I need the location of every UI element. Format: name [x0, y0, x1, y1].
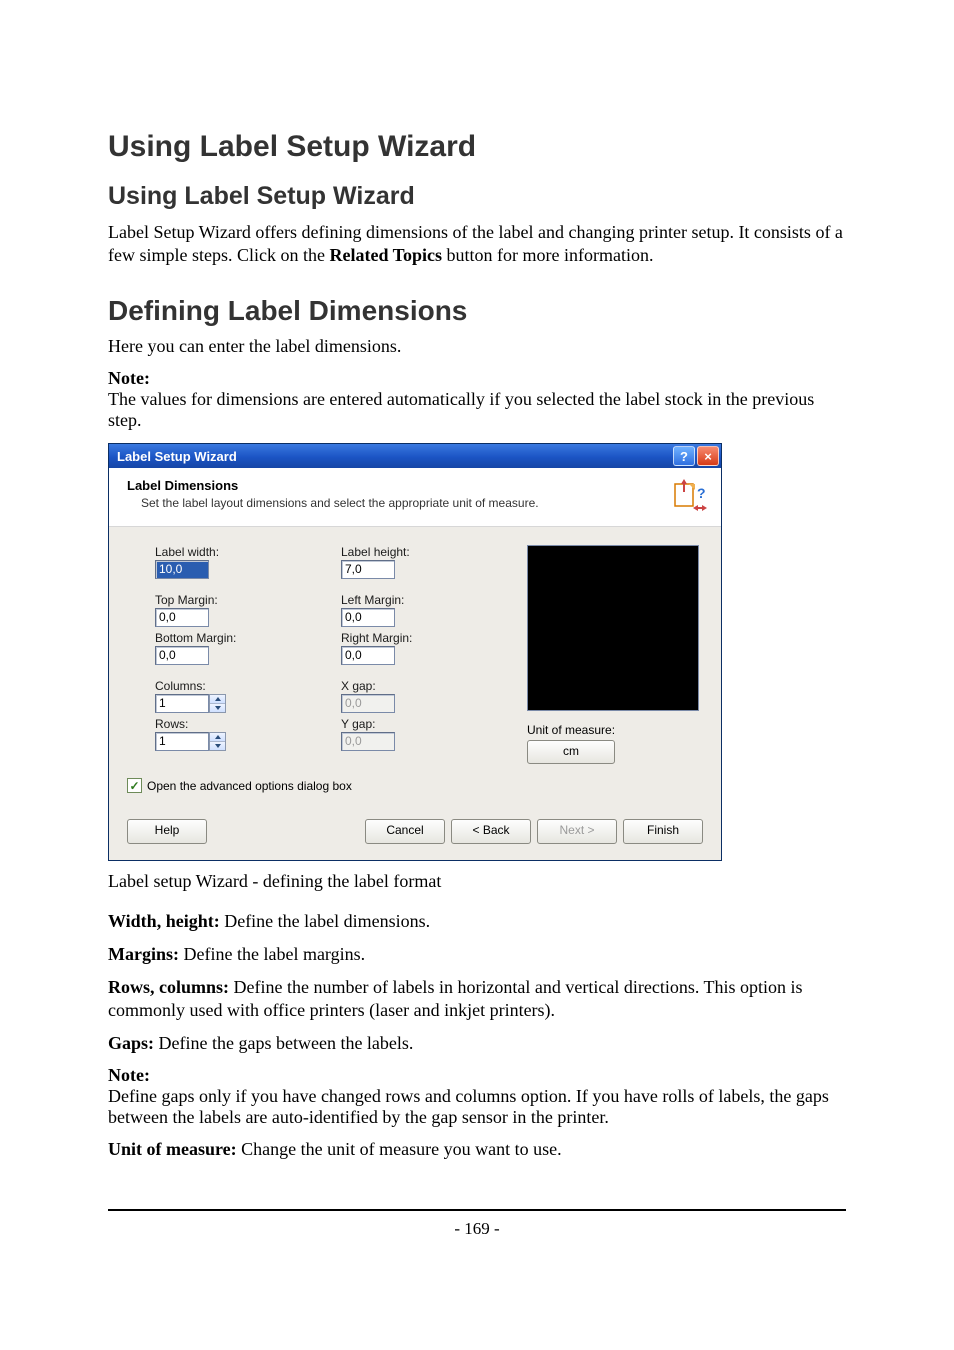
left-margin-input[interactable]: 0,0: [341, 608, 395, 627]
dialog-middle-column: Label height: 7,0 Left Margin: 0,0 Right…: [341, 545, 505, 764]
columns-spinner[interactable]: [209, 694, 226, 713]
cancel-button[interactable]: Cancel: [365, 819, 445, 844]
rows-spinner[interactable]: [209, 732, 226, 751]
y-gap-input: 0,0: [341, 732, 395, 751]
dialog-title-bar: Label Setup Wizard ? ×: [109, 444, 721, 468]
def-uom-text: Change the unit of measure you want to u…: [237, 1139, 562, 1159]
intro-paragraph: Label Setup Wizard offers defining dimen…: [108, 221, 846, 267]
dialog-title-text: Label Setup Wizard: [117, 449, 237, 464]
label-height-label: Label height:: [341, 545, 505, 559]
def-margins-label: Margins:: [108, 944, 179, 964]
def-rows-columns-label: Rows, columns:: [108, 977, 229, 997]
def-margins: Margins: Define the label margins.: [108, 943, 846, 966]
section-subtitle: Using Label Setup Wizard: [108, 182, 846, 211]
svg-text:?: ?: [697, 485, 706, 501]
x-gap-input: 0,0: [341, 694, 395, 713]
note-label: Note:: [108, 368, 150, 388]
rows-input[interactable]: 1: [155, 732, 209, 751]
def-gaps: Gaps: Define the gaps between the labels…: [108, 1032, 846, 1055]
label-wizard-icon: ?: [671, 478, 707, 514]
def-rows-columns: Rows, columns: Define the number of labe…: [108, 976, 846, 1022]
def-width-height: Width, height: Define the label dimensio…: [108, 910, 846, 933]
unit-of-measure-button[interactable]: cm: [527, 740, 615, 764]
top-margin-input[interactable]: 0,0: [155, 608, 209, 627]
intro-related-topics: Related Topics: [329, 245, 442, 265]
advanced-options-checkbox[interactable]: ✓: [127, 778, 142, 793]
def-width-height-text: Define the label dimensions.: [220, 911, 430, 931]
finish-button[interactable]: Finish: [623, 819, 703, 844]
dialog-left-column: Label width: 10,0 Top Margin: 0,0 Bottom…: [155, 545, 319, 764]
label-height-input[interactable]: 7,0: [341, 560, 395, 579]
advanced-options-label: Open the advanced options dialog box: [147, 779, 352, 793]
note-block-1: Note: The values for dimensions are ente…: [108, 368, 846, 431]
next-button: Next >: [537, 819, 617, 844]
def-unit-of-measure: Unit of measure: Change the unit of meas…: [108, 1138, 846, 1161]
intro-text-post: button for more information.: [442, 245, 653, 265]
def-gaps-label: Gaps:: [108, 1033, 154, 1053]
section2-intro: Here you can enter the label dimensions.: [108, 335, 846, 358]
footer-rule: [108, 1209, 846, 1211]
label-width-label: Label width:: [155, 545, 319, 559]
help-button[interactable]: Help: [127, 819, 207, 844]
dialog-close-icon[interactable]: ×: [697, 446, 719, 466]
left-margin-label: Left Margin:: [341, 593, 505, 607]
def-gaps-text: Define the gaps between the labels.: [154, 1033, 413, 1053]
y-gap-label: Y gap:: [341, 717, 505, 731]
note1-text: The values for dimensions are entered au…: [108, 389, 814, 430]
right-margin-label: Right Margin:: [341, 631, 505, 645]
dialog-header-subtext: Set the label layout dimensions and sele…: [127, 496, 539, 510]
right-margin-input[interactable]: 0,0: [341, 646, 395, 665]
unit-of-measure-label: Unit of measure:: [527, 723, 699, 737]
def-uom-label: Unit of measure:: [108, 1139, 237, 1159]
def-width-height-label: Width, height:: [108, 911, 220, 931]
figure-caption: Label setup Wizard - defining the label …: [108, 871, 846, 892]
label-width-input[interactable]: 10,0: [155, 560, 209, 579]
rows-label: Rows:: [155, 717, 319, 731]
section-defining-dimensions: Defining Label Dimensions: [108, 295, 846, 327]
dialog-help-icon[interactable]: ?: [673, 446, 695, 466]
label-preview: [527, 545, 699, 711]
x-gap-label: X gap:: [341, 679, 505, 693]
bottom-margin-label: Bottom Margin:: [155, 631, 319, 645]
label-setup-wizard-dialog: Label Setup Wizard ? × Label Dimensions …: [108, 443, 722, 861]
dialog-right-column: Unit of measure: cm: [527, 545, 699, 764]
top-margin-label: Top Margin:: [155, 593, 319, 607]
def-margins-text: Define the label margins.: [179, 944, 365, 964]
columns-input[interactable]: 1: [155, 694, 209, 713]
note2-label: Note:: [108, 1065, 150, 1085]
columns-label: Columns:: [155, 679, 319, 693]
dialog-header: Label Dimensions Set the label layout di…: [109, 468, 721, 527]
page-title: Using Label Setup Wizard: [108, 130, 846, 164]
page-number: - 169 -: [108, 1219, 846, 1239]
bottom-margin-input[interactable]: 0,0: [155, 646, 209, 665]
note2-text: Define gaps only if you have changed row…: [108, 1086, 829, 1127]
back-button[interactable]: < Back: [451, 819, 531, 844]
note-block-2: Note: Define gaps only if you have chang…: [108, 1065, 846, 1128]
dialog-header-title: Label Dimensions: [127, 478, 539, 493]
